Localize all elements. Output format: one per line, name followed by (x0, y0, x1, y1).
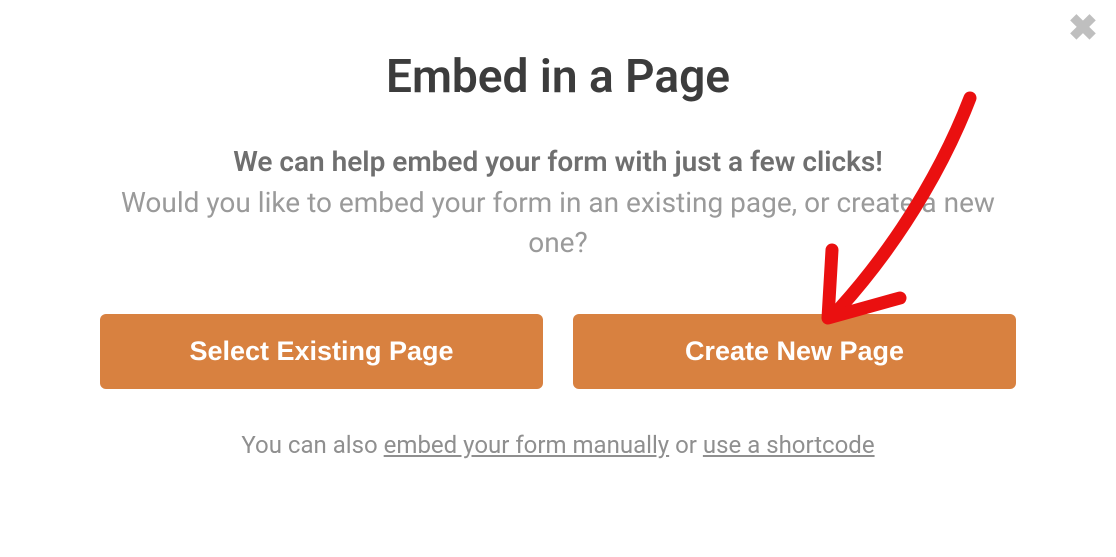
help-text: We can help embed your form with just a … (100, 142, 1016, 264)
select-existing-page-button[interactable]: Select Existing Page (100, 314, 543, 389)
modal-title: Embed in a Page (100, 50, 1016, 104)
embed-manually-link[interactable]: embed your form manually (384, 431, 669, 459)
footer-text: You can also embed your form manually or… (100, 431, 1016, 459)
use-shortcode-link[interactable]: use a shortcode (703, 431, 875, 459)
button-row: Select Existing Page Create New Page (100, 314, 1016, 389)
help-text-bold: We can help embed your form with just a … (100, 142, 1016, 183)
close-icon[interactable]: ✖ (1068, 10, 1098, 46)
help-text-regular: Would you like to embed your form in an … (100, 183, 1016, 264)
create-new-page-button[interactable]: Create New Page (573, 314, 1016, 389)
footer-or: or (669, 431, 703, 459)
embed-modal: ✖ Embed in a Page We can help embed your… (0, 0, 1116, 557)
footer-prefix: You can also (241, 431, 383, 459)
